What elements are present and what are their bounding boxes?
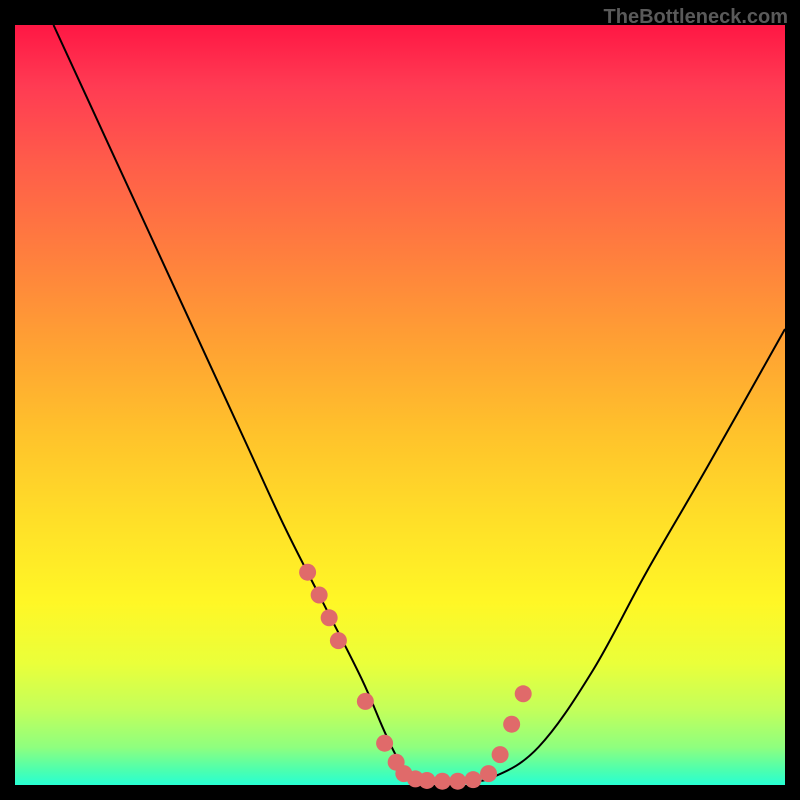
highlight-dots-group xyxy=(299,564,532,790)
highlight-dot xyxy=(321,609,338,626)
highlight-dot xyxy=(376,735,393,752)
highlight-dot xyxy=(299,564,316,581)
highlight-dot xyxy=(418,772,435,789)
highlight-dot xyxy=(357,693,374,710)
bottleneck-curve-svg xyxy=(15,25,785,785)
highlight-dot xyxy=(480,765,497,782)
chart-container: TheBottleneck.com xyxy=(0,0,800,800)
highlight-dot xyxy=(449,773,466,790)
plot-area xyxy=(15,25,785,785)
highlight-dot xyxy=(492,746,509,763)
highlight-dot xyxy=(330,632,347,649)
highlight-dot xyxy=(434,773,451,790)
highlight-dot xyxy=(503,716,520,733)
bottleneck-curve-path xyxy=(54,25,786,782)
highlight-dot xyxy=(465,771,482,788)
watermark-label: TheBottleneck.com xyxy=(604,6,788,29)
highlight-dot xyxy=(311,587,328,604)
highlight-dot xyxy=(515,685,532,702)
